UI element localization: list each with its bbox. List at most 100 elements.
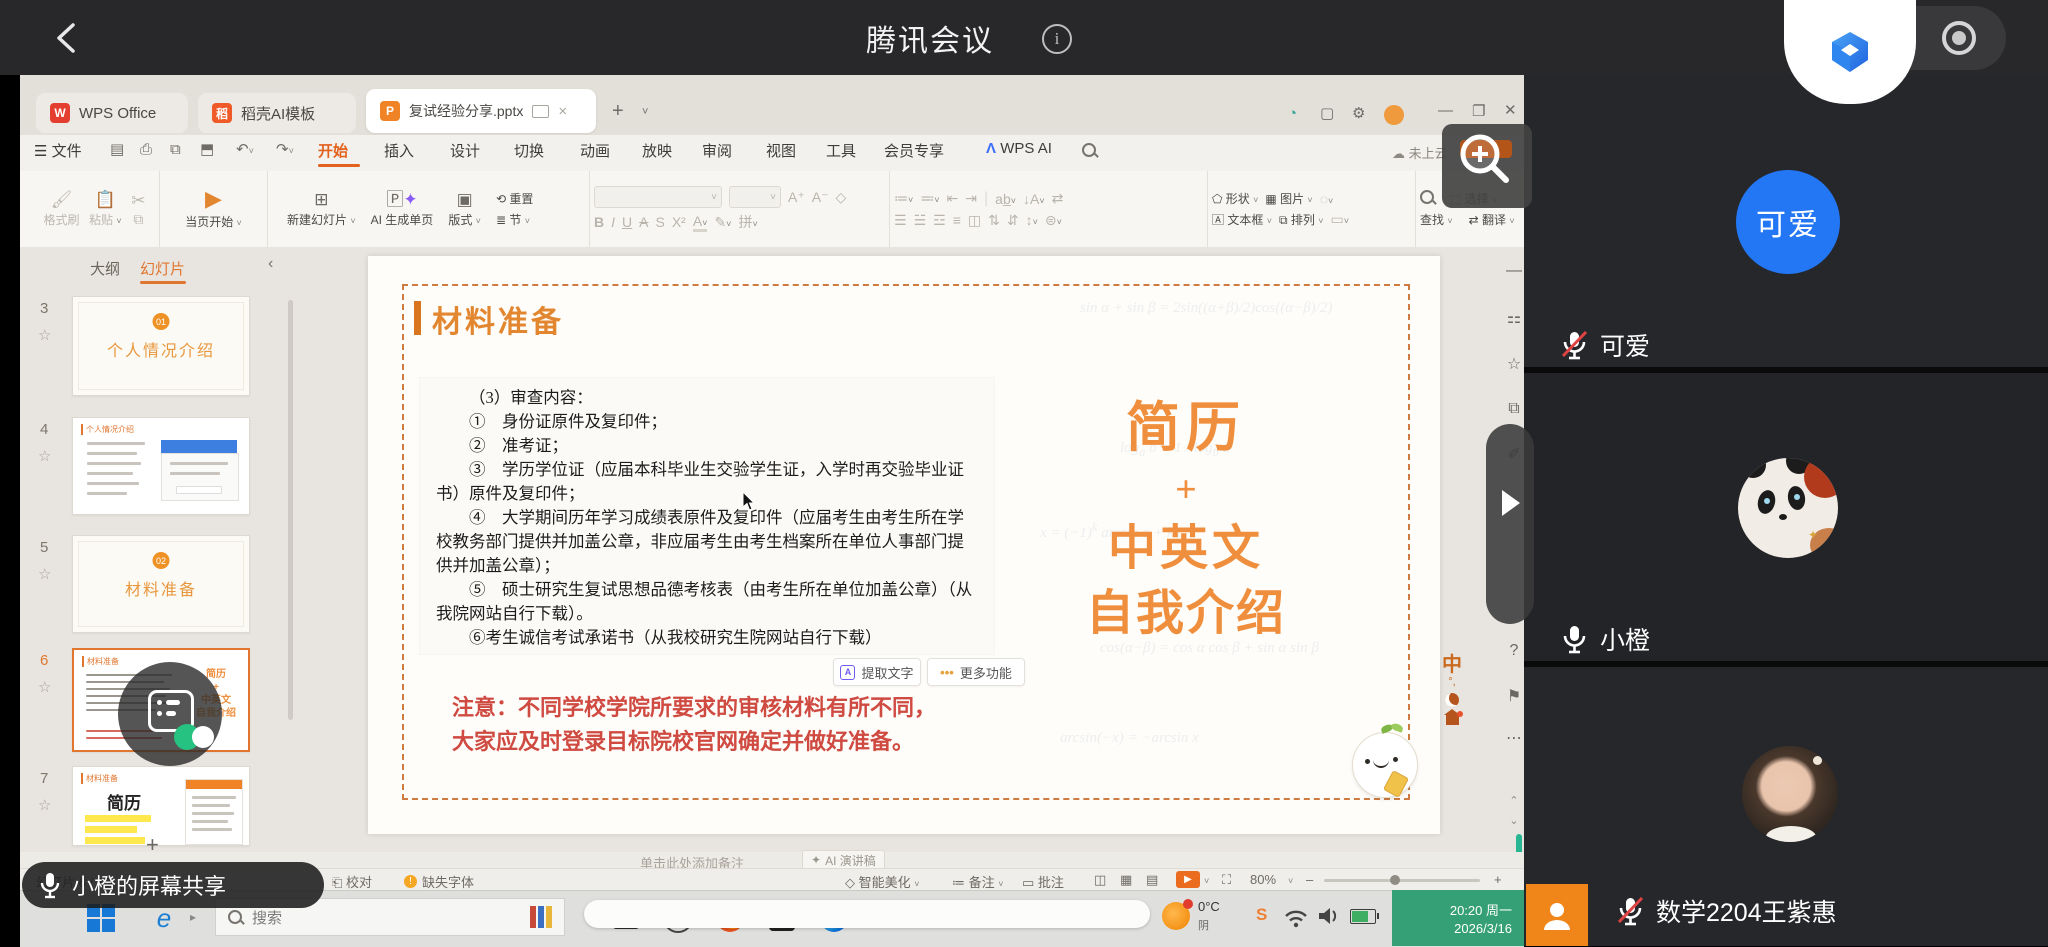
- slide-thumbnail-3[interactable]: 01 个人情况介绍: [72, 296, 250, 396]
- line-spacing-icon[interactable]: ↕˅: [1026, 212, 1038, 228]
- menu-tools[interactable]: 工具: [826, 140, 856, 161]
- star-icon[interactable]: ☆: [38, 565, 51, 583]
- restore-icon[interactable]: ❐: [1472, 104, 1485, 119]
- menu-wps-ai[interactable]: Λ WPS AI: [986, 140, 1052, 157]
- zoom-in-button[interactable]: +: [1494, 872, 1502, 887]
- participant-tile-2[interactable]: ✦ 小橙: [1524, 373, 2048, 661]
- row-down-icon[interactable]: ⇵: [1007, 212, 1019, 229]
- meeting-floating-widget[interactable]: [118, 662, 222, 766]
- underline-button[interactable]: U: [622, 214, 632, 230]
- menu-design[interactable]: 设计: [450, 140, 480, 161]
- menu-animation[interactable]: 动画: [580, 140, 610, 161]
- play-from-current-button[interactable]: ▶ 当页开始 ˅: [185, 188, 242, 230]
- menu-slideshow[interactable]: 放映: [642, 140, 672, 161]
- notes-toggle-button[interactable]: ≔ 备注 ˅: [952, 872, 1004, 891]
- zoom-percent[interactable]: 80%: [1250, 872, 1276, 887]
- sort-text-icon[interactable]: ↓A˅: [1023, 191, 1045, 207]
- more-functions-button[interactable]: ••• 更多功能: [927, 658, 1025, 686]
- find-magnifier-icon[interactable]: [1420, 190, 1434, 207]
- slide-highlight-text[interactable]: 简历 + 中英文 自我介绍: [1066, 392, 1306, 646]
- distribute-icon[interactable]: ◫: [968, 212, 981, 229]
- view-normal-icon[interactable]: ◫: [1094, 872, 1106, 888]
- slide-thumbnail-4[interactable]: 个人情况介绍: [72, 417, 250, 515]
- tray-battery-icon[interactable]: [1350, 909, 1376, 924]
- layout-switch-icon[interactable]: ▢: [1320, 106, 1334, 121]
- menu-home[interactable]: 开始: [318, 140, 348, 161]
- save-icon[interactable]: ▤: [110, 142, 124, 157]
- taskbar-chevron[interactable]: ▸: [190, 910, 196, 924]
- tab-list-chevron-icon[interactable]: ˅: [642, 106, 648, 118]
- view-sorter-icon[interactable]: ▦: [1120, 872, 1132, 888]
- superscript-button[interactable]: X²: [672, 214, 686, 230]
- find-button[interactable]: 查找 ˅: [1420, 211, 1453, 228]
- zoom-chevron[interactable]: ˅: [1288, 872, 1293, 887]
- meeting-toolbar-collapsed[interactable]: [584, 900, 1150, 928]
- screen-share-banner[interactable]: 小橙的屏幕共享: [22, 862, 324, 908]
- numbering-icon[interactable]: ≕˅: [920, 190, 939, 207]
- slide-thumbnail-5[interactable]: 02 材料准备: [72, 535, 250, 633]
- play-options-chevron[interactable]: ˅: [1204, 872, 1209, 887]
- sync-status-icon[interactable]: ◔: [1288, 106, 1297, 121]
- close-window-icon[interactable]: ✕: [1504, 103, 1517, 118]
- picture-button[interactable]: ▦ 图片 ˅: [1265, 190, 1312, 207]
- expand-arrow-icon[interactable]: [1500, 490, 1522, 516]
- text-direction-icon[interactable]: ⇄: [1052, 190, 1064, 207]
- justify-icon[interactable]: ≡: [953, 212, 961, 228]
- star-icon[interactable]: ☆: [38, 447, 51, 465]
- monitor-icon[interactable]: [532, 105, 549, 118]
- proofread-button[interactable]: ⎗ 校对: [332, 872, 372, 891]
- output-icon[interactable]: ⎙: [140, 142, 152, 157]
- strike-button[interactable]: A: [639, 214, 648, 230]
- collapse-panel-icon[interactable]: ‹: [268, 255, 273, 273]
- menu-membership[interactable]: 会员专享: [884, 140, 944, 161]
- missing-font-warning[interactable]: ! 缺失字体: [404, 872, 474, 891]
- tray-sogou-icon[interactable]: S: [1256, 905, 1267, 925]
- meeting-panel-toggle-overlay[interactable]: [1486, 424, 1534, 624]
- char-spacing-icon[interactable]: ab̲˅: [995, 191, 1016, 207]
- decrease-font-icon[interactable]: A⁻: [812, 189, 829, 206]
- member-list-button[interactable]: [1526, 884, 1588, 946]
- meeting-info-icon[interactable]: i: [1042, 24, 1072, 54]
- reset-button[interactable]: ⟲ 重置: [496, 190, 570, 207]
- paste-button[interactable]: 📋 粘贴 ˅: [89, 191, 122, 228]
- new-tab-button[interactable]: +: [612, 100, 624, 123]
- close-tab-icon[interactable]: ×: [558, 103, 567, 120]
- layout-button[interactable]: ▣ 版式 ˅: [448, 191, 481, 228]
- pinyin-button[interactable]: 拼˅: [738, 212, 757, 232]
- cut-copy-buttons[interactable]: ✂ ⧉: [131, 192, 145, 226]
- textbox-button[interactable]: 🄰 文本框 ˅: [1212, 211, 1272, 228]
- ai-generate-page-button[interactable]: 🄿✦ AI 生成单页: [371, 191, 434, 228]
- increase-font-icon[interactable]: A⁺: [788, 189, 805, 206]
- tab-presentation-active[interactable]: P 复试经验分享.pptx ×: [366, 89, 596, 133]
- settings-gear-icon[interactable]: ⚙: [1352, 106, 1365, 121]
- undo-icon[interactable]: ↶˅: [236, 142, 254, 157]
- row-up-icon[interactable]: ⇅: [988, 212, 1000, 229]
- text-columns-icon[interactable]: ⊜˅: [1045, 212, 1062, 229]
- section-button[interactable]: ≣ 节 ˅: [496, 211, 570, 228]
- font-family-select[interactable]: ˅: [594, 186, 722, 208]
- cloud-status[interactable]: ☁ 未上云: [1392, 143, 1448, 162]
- extract-text-button[interactable]: A 提取文字: [833, 658, 921, 686]
- shapes-button[interactable]: ⬠ 形状 ˅: [1212, 190, 1258, 207]
- star-icon[interactable]: ☆: [38, 326, 51, 344]
- tab-wps-office[interactable]: W WPS Office: [36, 93, 188, 133]
- menu-insert[interactable]: 插入: [384, 140, 414, 161]
- menu-review[interactable]: 审阅: [702, 140, 732, 161]
- tab-slides[interactable]: 幻灯片: [140, 258, 185, 279]
- view-reading-icon[interactable]: ▤: [1146, 872, 1158, 888]
- tray-volume-icon[interactable]: [1318, 906, 1340, 926]
- taskbar-clock[interactable]: 20:20 周一 2026/3/16: [1392, 890, 1524, 946]
- share-doc-icon[interactable]: ⬒: [200, 142, 214, 157]
- zoom-slider-knob[interactable]: [1390, 875, 1400, 885]
- account-avatar[interactable]: [1384, 105, 1404, 125]
- new-slide-button[interactable]: ⊞ 新建幻灯片 ˅: [287, 191, 356, 228]
- participant-tile-1[interactable]: 可爱 可爱: [1524, 75, 2048, 367]
- bullets-icon[interactable]: ≔˅: [894, 190, 913, 207]
- menu-search-icon[interactable]: [1082, 143, 1096, 160]
- minimize-icon[interactable]: —: [1438, 103, 1453, 118]
- font-size-select[interactable]: ˅: [729, 186, 781, 208]
- zoom-slider-track[interactable]: [1324, 879, 1480, 882]
- menu-view[interactable]: 视图: [766, 140, 796, 161]
- italic-button[interactable]: I: [611, 214, 615, 230]
- align-right-icon[interactable]: ☲: [933, 212, 946, 229]
